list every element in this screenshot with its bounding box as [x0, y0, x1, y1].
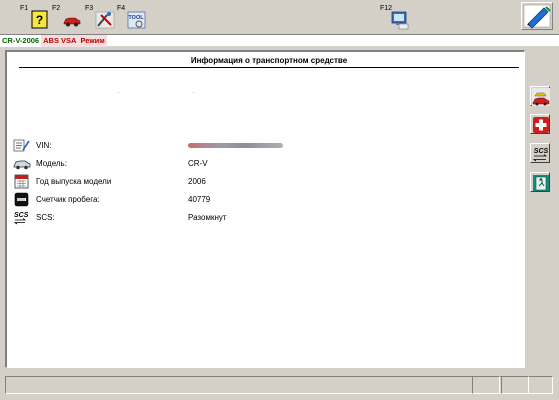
exit-button[interactable]: [530, 172, 550, 192]
f1-label: F1: [20, 5, 29, 12]
scs-label: SCS:: [36, 213, 55, 222]
f12-print-button[interactable]: F12: [380, 1, 410, 33]
scs-connector-icon: SCS: [532, 148, 549, 162]
monitor-print-icon: [391, 11, 409, 30]
vin-label: VIN:: [36, 141, 52, 150]
vehicle-status-line: CR-V-2006 ABS VSA Режим: [0, 34, 559, 47]
divider-dot: [192, 92, 195, 93]
vehicle-info-icon: [532, 88, 550, 106]
model-value: CR-V: [188, 159, 208, 168]
svg-text:SCS: SCS: [534, 148, 549, 155]
divider-dot: [117, 92, 120, 93]
vin-icon: [13, 139, 30, 152]
f4-tool-card-button[interactable]: F4 TOOL: [117, 1, 147, 33]
year-value: 2006: [188, 177, 206, 186]
car-model-icon: [13, 160, 31, 170]
toolbar: F1 ? F2 F3 F4 TOOL F12: [0, 0, 559, 34]
f4-label: F4: [117, 5, 126, 12]
exit-door-icon: [533, 175, 549, 191]
f2-vehicle-button[interactable]: F2: [52, 1, 82, 33]
status-model: CR-V-2006: [0, 35, 42, 47]
settings-button[interactable]: [521, 2, 553, 30]
car-icon: [63, 17, 81, 27]
odometer-icon: [14, 192, 29, 207]
tools-icon: [95, 11, 115, 29]
scs-value: Разомкнут: [188, 213, 227, 222]
year-label: Год выпуска модели: [36, 177, 112, 186]
svg-text:SCS: SCS: [14, 212, 29, 219]
svg-text:TOOL: TOOL: [128, 15, 144, 21]
info-row-vin: VIN:: [13, 138, 473, 154]
app-window: F1 ? F2 F3 F4 TOOL F12 CR-V-2006 ABS VSA…: [0, 0, 559, 400]
info-row-year: Год выпуска модели 2006: [13, 174, 473, 190]
panel-title: Информация о транспортном средстве: [19, 56, 519, 68]
calendar-icon: [14, 174, 29, 189]
odometer-value: 40779: [188, 195, 211, 204]
vin-value-redacted: [188, 143, 283, 148]
info-row-model: Модель: CR-V: [13, 156, 473, 172]
vehicle-info-button[interactable]: [530, 86, 550, 106]
f3-tools-button[interactable]: F3: [85, 1, 115, 33]
first-aid-icon: [533, 117, 549, 133]
status-system: ABS VSA: [41, 35, 79, 47]
bottom-status-bar: [5, 376, 553, 394]
help-icon: ?: [31, 10, 48, 29]
tool-card-icon: TOOL: [127, 11, 146, 29]
status-cell-2: [501, 376, 529, 394]
first-aid-button[interactable]: [530, 114, 550, 134]
scs-connector-button[interactable]: SCS: [530, 143, 550, 163]
svg-text:?: ?: [36, 13, 43, 27]
f3-label: F3: [85, 5, 94, 12]
f2-label: F2: [52, 5, 61, 12]
odometer-label: Счетчик пробега:: [36, 195, 100, 204]
info-row-odometer: Счетчик пробега: 40779: [13, 192, 473, 208]
info-row-scs: SCS SCS: Разомкнут: [13, 210, 473, 226]
f1-help-button[interactable]: F1 ?: [20, 1, 50, 33]
status-mode: Режим: [78, 35, 107, 47]
model-label: Модель:: [36, 159, 67, 168]
vehicle-info-panel: Информация о транспортном средстве VIN: …: [5, 50, 525, 368]
pen-settings-icon: [523, 4, 551, 29]
scs-icon: SCS: [13, 212, 29, 225]
status-cell-1: [472, 376, 500, 394]
